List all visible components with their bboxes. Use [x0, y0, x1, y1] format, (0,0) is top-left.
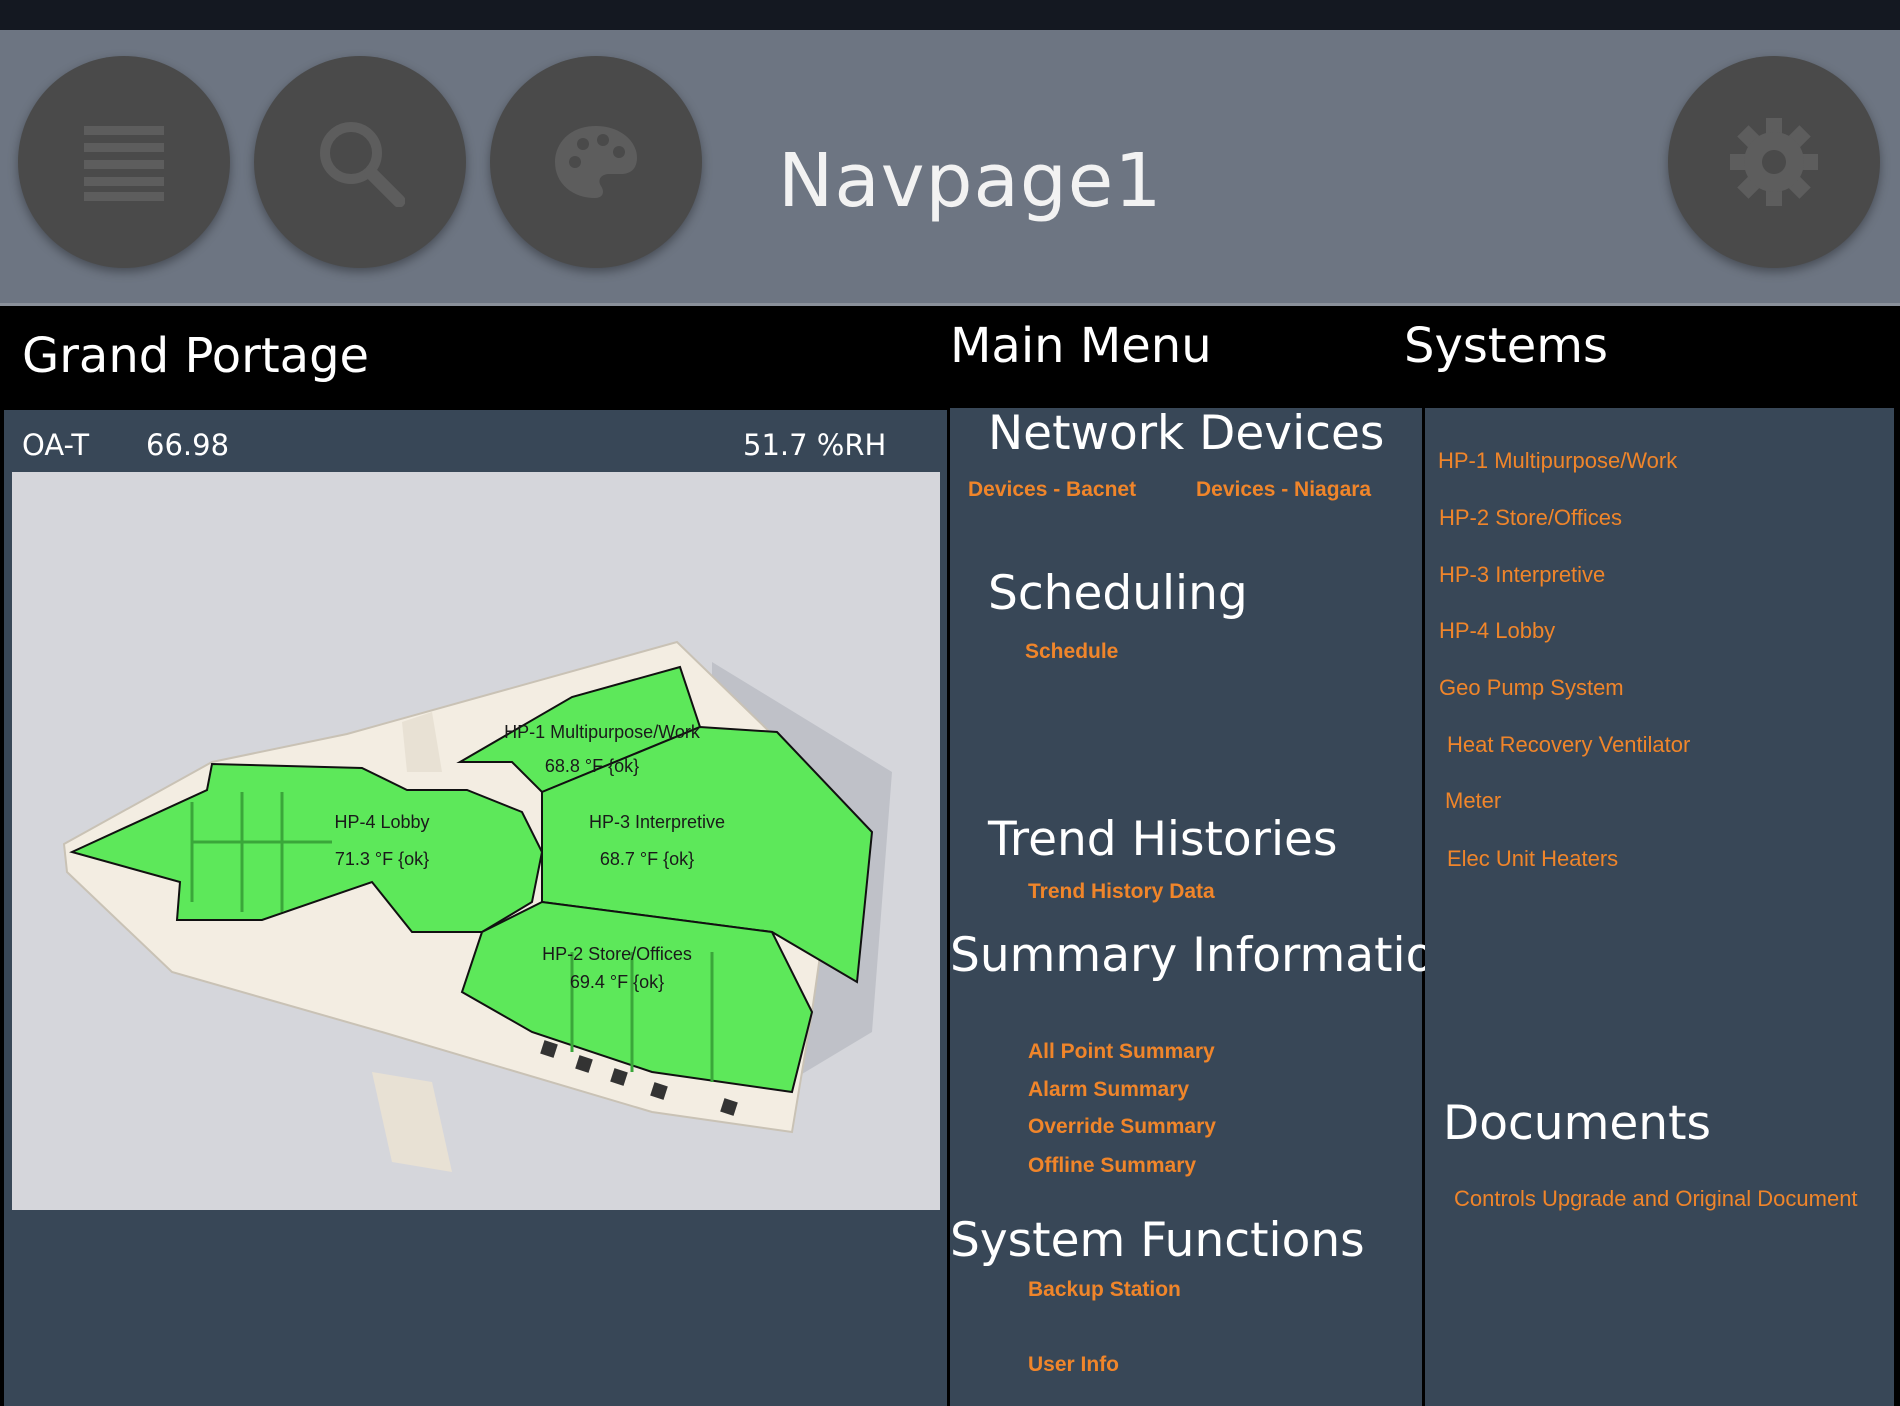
page-title: Navpage1: [778, 138, 1163, 224]
user-info-link[interactable]: User Info: [1028, 1353, 1119, 1377]
systems-panel: HP-1 Multipurpose/Work HP-2 Store/Office…: [1425, 408, 1894, 1406]
summary-information-heading: Summary Information: [950, 928, 1465, 983]
zone-hp3-name: HP-3 Interpretive: [589, 812, 725, 832]
documents-heading: Documents: [1443, 1096, 1711, 1151]
systems-heading: Systems: [1404, 318, 1608, 374]
zone-hp2-temp: 69.4 °F {ok}: [570, 972, 664, 992]
devices-niagara-link[interactable]: Devices - Niagara: [1196, 478, 1371, 502]
trend-history-data-link[interactable]: Trend History Data: [1028, 880, 1215, 904]
schedule-link[interactable]: Schedule: [1025, 640, 1118, 664]
network-devices-heading: Network Devices: [988, 406, 1385, 461]
heat-recovery-ventilator-link[interactable]: Heat Recovery Ventilator: [1447, 732, 1690, 758]
header-bar: Navpage1: [0, 30, 1900, 306]
site-title: Grand Portage: [22, 328, 370, 384]
all-point-summary-link[interactable]: All Point Summary: [1028, 1040, 1215, 1064]
top-bar: [0, 0, 1900, 30]
system-hp3-link[interactable]: HP-3 Interpretive: [1439, 562, 1605, 588]
backup-station-link[interactable]: Backup Station: [1028, 1278, 1181, 1302]
palette-icon: [551, 122, 641, 202]
meter-link[interactable]: Meter: [1445, 788, 1501, 814]
alarm-summary-link[interactable]: Alarm Summary: [1028, 1078, 1189, 1102]
floor-plan: HP-1 Multipurpose/Work 68.8 °F {ok} HP-4…: [12, 472, 940, 1210]
system-hp4-link[interactable]: HP-4 Lobby: [1439, 618, 1555, 644]
geo-pump-system-link[interactable]: Geo Pump System: [1439, 675, 1624, 701]
oa-temp-label: OA-T: [22, 428, 90, 462]
system-hp2-link[interactable]: HP-2 Store/Offices: [1439, 505, 1622, 531]
zone-hp4-temp: 71.3 °F {ok}: [335, 849, 429, 869]
site-overview-panel: OA-T 66.98 51.7 %RH HP-1 Multipurpose/Wo…: [4, 410, 947, 1406]
menu-button[interactable]: [18, 56, 230, 268]
oa-humidity-value: 51.7 %RH: [743, 428, 887, 462]
main-content: Grand Portage Main Menu Systems OA-T 66.…: [0, 306, 1900, 1406]
main-menu-heading: Main Menu: [950, 318, 1212, 374]
system-functions-heading: System Functions: [950, 1213, 1365, 1268]
offline-summary-link[interactable]: Offline Summary: [1028, 1154, 1196, 1178]
trend-histories-heading: Trend Histories: [988, 812, 1338, 867]
controls-upgrade-document-link[interactable]: Controls Upgrade and Original Document: [1454, 1186, 1858, 1212]
gear-icon: [1728, 116, 1820, 208]
elec-unit-heaters-link[interactable]: Elec Unit Heaters: [1447, 846, 1618, 872]
devices-bacnet-link[interactable]: Devices - Bacnet: [968, 478, 1136, 502]
override-summary-link[interactable]: Override Summary: [1028, 1115, 1216, 1139]
hamburger-menu-icon: [82, 122, 166, 202]
search-icon: [315, 117, 405, 207]
search-button[interactable]: [254, 56, 466, 268]
zone-hp3-temp: 68.7 °F {ok}: [600, 849, 694, 869]
zone-hp1-temp: 68.8 °F {ok}: [545, 756, 639, 776]
settings-button[interactable]: [1668, 56, 1880, 268]
system-hp1-link[interactable]: HP-1 Multipurpose/Work: [1438, 448, 1677, 474]
main-menu-panel: Network Devices Devices - Bacnet Devices…: [950, 406, 1464, 1406]
theme-button[interactable]: [490, 56, 702, 268]
zone-hp2-name: HP-2 Store/Offices: [542, 944, 692, 964]
scheduling-heading: Scheduling: [988, 566, 1248, 621]
zone-hp4-name: HP-4 Lobby: [334, 812, 429, 832]
zone-hp1-name: HP-1 Multipurpose/Work: [504, 722, 701, 742]
oa-temp-value: 66.98: [146, 428, 230, 462]
